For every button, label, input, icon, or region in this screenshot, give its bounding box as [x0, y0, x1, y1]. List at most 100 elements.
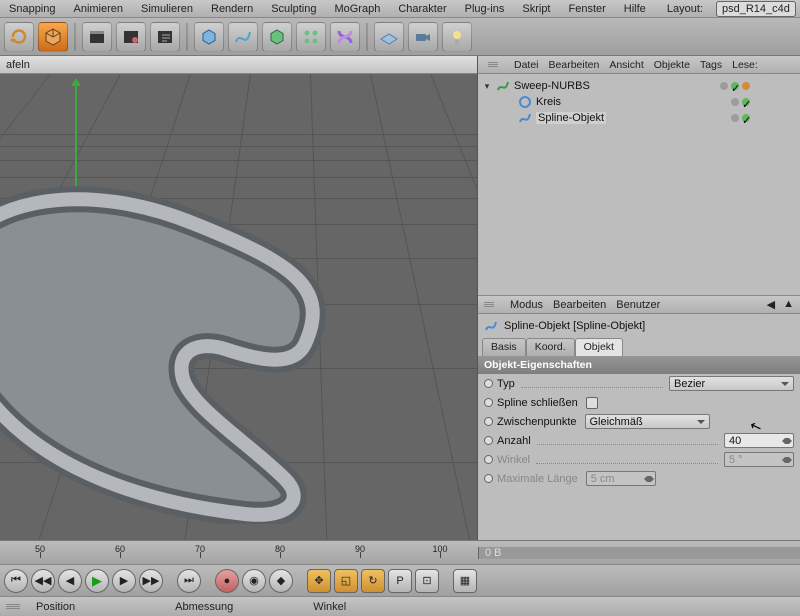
timeline-ruler[interactable]: 50 60 70 80 90 100	[0, 541, 478, 564]
prop-label: Maximale Länge	[497, 473, 578, 485]
typ-dropdown[interactable]: Bezier	[669, 376, 794, 391]
coord-size-label: Abmessung	[175, 601, 233, 613]
goto-start-button[interactable]: ⏮	[4, 569, 28, 593]
viewport-canvas[interactable]	[0, 74, 477, 540]
count-input[interactable]: 40	[724, 433, 794, 448]
prop-interp: Zwischenpunkte Gleichmäß	[478, 412, 800, 431]
cube-object-button[interactable]	[194, 22, 224, 52]
maxlen-input: 5 cm	[586, 471, 656, 486]
radio-icon[interactable]	[484, 436, 493, 445]
menu-mograph[interactable]: MoGraph	[329, 2, 385, 16]
radio-icon	[484, 455, 493, 464]
prop-count: Anzahl 40	[478, 431, 800, 450]
nurbs-button[interactable]	[262, 22, 292, 52]
move-key-button[interactable]: ✥	[307, 569, 331, 593]
objtab-tags[interactable]: Tags	[700, 59, 722, 71]
timeline-side: 0 B	[478, 547, 800, 559]
floor-button[interactable]	[374, 22, 404, 52]
coord-bar: Position Abmessung Winkel	[0, 596, 800, 616]
tree-row-sweep[interactable]: ▾ Sweep-NURBS ✓	[478, 78, 800, 94]
layout-label: Layout:	[662, 2, 708, 16]
camera-button[interactable]	[408, 22, 438, 52]
angle-input: 5 °	[724, 452, 794, 467]
attrtab-bearbeiten[interactable]: Bearbeiten	[553, 299, 606, 311]
scale-key-button[interactable]: ◱	[334, 569, 358, 593]
minitab-basis[interactable]: Basis	[482, 338, 526, 356]
prop-label: Anzahl	[497, 435, 531, 447]
attr-object-header: Spline-Objekt [Spline-Objekt]	[478, 314, 800, 338]
rotate-key-button[interactable]: ↻	[361, 569, 385, 593]
light-button[interactable]	[442, 22, 472, 52]
prev-frame-button[interactable]: ◀	[58, 569, 82, 593]
undo-button[interactable]	[4, 22, 34, 52]
minitab-koord[interactable]: Koord.	[526, 338, 575, 356]
array-button[interactable]	[296, 22, 326, 52]
menu-plugins[interactable]: Plug-ins	[460, 2, 510, 16]
autokey-button[interactable]: ◉	[242, 569, 266, 593]
nav-back-icon[interactable]: ◀	[767, 298, 775, 311]
pla-key-button[interactable]: ⊡	[415, 569, 439, 593]
objtab-ansicht[interactable]: Ansicht	[609, 59, 643, 71]
main-toolbar	[0, 18, 800, 56]
expand-icon[interactable]: ▾	[482, 81, 492, 92]
menu-skript[interactable]: Skript	[517, 2, 555, 16]
radio-icon[interactable]	[484, 417, 493, 426]
menu-sculpting[interactable]: Sculpting	[266, 2, 321, 16]
objects-panel-tabs: Datei Bearbeiten Ansicht Objekte Tags Le…	[478, 56, 800, 74]
spline-object-button[interactable]	[228, 22, 258, 52]
prop-label: Winkel	[497, 454, 530, 466]
object-tree[interactable]: ▾ Sweep-NURBS ✓ Kreis ✓ Spline-Objekt ✓	[478, 74, 800, 295]
layout-selector[interactable]: psd_R14_c4d	[716, 1, 796, 17]
render-settings-button[interactable]	[150, 22, 180, 52]
spline-icon	[484, 319, 498, 333]
deformer-button[interactable]	[330, 22, 360, 52]
record-button[interactable]: ●	[215, 569, 239, 593]
timeline[interactable]: 50 60 70 80 90 100 0 B	[0, 540, 800, 564]
prop-label: Typ	[497, 378, 515, 390]
tree-label: Spline-Objekt	[536, 112, 606, 124]
prop-maxlen: Maximale Länge 5 cm	[478, 469, 800, 488]
extra-button[interactable]: ▦	[453, 569, 477, 593]
menu-rendern[interactable]: Rendern	[206, 2, 258, 16]
tree-label: Sweep-NURBS	[514, 80, 590, 92]
tree-label: Kreis	[536, 96, 561, 108]
viewport-title: afeln	[0, 56, 477, 74]
spline-mesh	[0, 184, 415, 524]
prop-label: Spline schließen	[497, 397, 578, 409]
menu-simulieren[interactable]: Simulieren	[136, 2, 198, 16]
radio-icon[interactable]	[484, 398, 493, 407]
menu-fenster[interactable]: Fenster	[564, 2, 611, 16]
next-frame-button[interactable]: ▶	[112, 569, 136, 593]
play-button[interactable]: ▶	[85, 569, 109, 593]
menu-animieren[interactable]: Animieren	[69, 2, 129, 16]
tree-row-kreis[interactable]: Kreis ✓	[478, 94, 800, 110]
render-view-button[interactable]	[82, 22, 112, 52]
prev-key-button[interactable]: ◀◀	[31, 569, 55, 593]
attrtab-benutzer[interactable]: Benutzer	[616, 299, 660, 311]
close-checkbox[interactable]	[586, 397, 598, 409]
keyframe-button[interactable]: ◆	[269, 569, 293, 593]
nav-up-icon[interactable]: ▲	[783, 298, 794, 311]
goto-end-button[interactable]: ⏭	[177, 569, 201, 593]
objtab-objekte[interactable]: Objekte	[654, 59, 690, 71]
sweep-icon	[496, 79, 510, 93]
prop-label: Zwischenpunkte	[497, 416, 577, 428]
main-menubar: Snapping Animieren Simulieren Rendern Sc…	[0, 0, 800, 18]
objtab-bearbeiten[interactable]: Bearbeiten	[549, 59, 600, 71]
right-panel: Datei Bearbeiten Ansicht Objekte Tags Le…	[478, 56, 800, 540]
minitab-objekt[interactable]: Objekt	[575, 338, 623, 356]
radio-icon[interactable]	[484, 379, 493, 388]
objtab-datei[interactable]: Datei	[514, 59, 539, 71]
menu-charakter[interactable]: Charakter	[393, 2, 451, 16]
objtab-lese[interactable]: Lese:	[732, 59, 758, 71]
prop-angle: Winkel 5 °	[478, 450, 800, 469]
render-region-button[interactable]	[116, 22, 146, 52]
next-key-button[interactable]: ▶▶	[139, 569, 163, 593]
menu-hilfe[interactable]: Hilfe	[619, 2, 651, 16]
menu-snapping[interactable]: Snapping	[4, 2, 61, 16]
cube-primitive-button[interactable]	[38, 22, 68, 52]
attrtab-modus[interactable]: Modus	[510, 299, 543, 311]
tree-row-spline[interactable]: Spline-Objekt ✓	[478, 110, 800, 126]
param-key-button[interactable]: P	[388, 569, 412, 593]
interp-dropdown[interactable]: Gleichmäß	[585, 414, 710, 429]
